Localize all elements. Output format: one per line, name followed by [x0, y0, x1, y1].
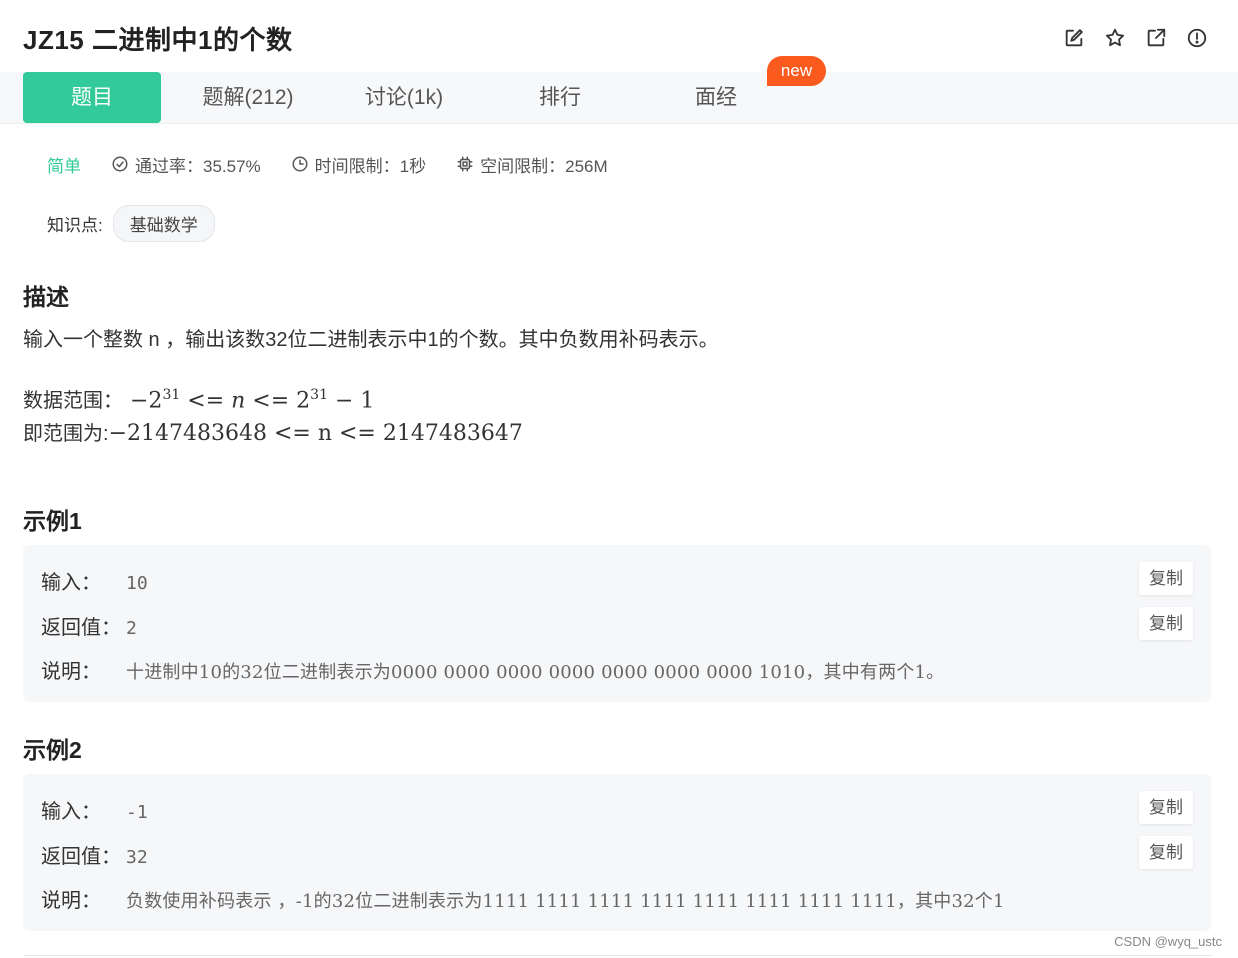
divider: [23, 955, 1211, 956]
problem-meta: 简单 通过率：35.57% 时间限制：1秒 空间限制：256M: [47, 152, 638, 176]
note-value: 十进制中10的32位二进制表示为0000 0000 0000 0000 0000…: [126, 662, 945, 683]
time-limit-text: 时间限制：1秒: [314, 156, 427, 176]
example-2-box: 输入： -1 复制 返回值： 32 复制 说明： 负数使用补码表示 ，-1的32…: [23, 774, 1211, 931]
clock-icon: [292, 156, 308, 172]
example-2-note-row: 说明： 负数使用补码表示 ，-1的32位二进制表示为1111 1111 1111…: [41, 884, 1005, 913]
header-actions: [1062, 26, 1208, 49]
tab-ranking[interactable]: 排行: [490, 72, 630, 123]
input-label: 输入：: [41, 572, 101, 594]
note-label: 说明：: [41, 890, 101, 912]
input-label: 输入：: [41, 801, 101, 823]
tab-problem[interactable]: 题目: [23, 72, 161, 123]
tab-bar: 题目 题解(212) 讨论(1k) 排行 面经: [0, 72, 1238, 124]
knowledge-points: 知识点: 基础数学: [47, 205, 215, 242]
pass-rate: 通过率：35.57%: [111, 152, 261, 177]
input-value: -1: [126, 802, 148, 823]
return-label: 返回值：: [41, 846, 121, 868]
copy-input-button[interactable]: 复制: [1139, 791, 1193, 824]
knowledge-tag[interactable]: 基础数学: [112, 205, 215, 242]
copy-input-button[interactable]: 复制: [1139, 562, 1193, 595]
chip-icon: [457, 156, 473, 172]
note-label: 说明：: [41, 661, 101, 683]
range-formula-1: −231 <= n <= 231 − 1: [123, 386, 375, 413]
range-formula-2: −2147483648 <= n <= 2147483647: [108, 421, 523, 446]
example-2-heading: 示例2: [23, 737, 82, 763]
return-label: 返回值：: [41, 617, 121, 639]
pass-rate-text: 通过率：35.57%: [135, 156, 261, 176]
tab-solutions[interactable]: 题解(212): [178, 72, 318, 123]
edit-icon[interactable]: [1062, 26, 1085, 49]
range-label-1: 数据范围：: [23, 390, 123, 412]
info-icon[interactable]: [1185, 26, 1208, 49]
description-heading: 描述: [23, 284, 69, 310]
time-limit: 时间限制：1秒: [291, 152, 426, 177]
watermark: CSDN @wyq_ustc: [1114, 934, 1222, 949]
space-limit: 空间限制：256M: [456, 152, 608, 177]
example-2-return-row: 返回值： 32: [41, 840, 148, 869]
star-icon[interactable]: [1103, 26, 1126, 49]
example-1-heading: 示例1: [23, 508, 82, 534]
check-circle-icon: [112, 156, 128, 172]
range-label-2: 即范围为:: [23, 423, 109, 445]
space-limit-text: 空间限制：256M: [480, 156, 608, 176]
input-value: 10: [126, 573, 148, 594]
page-header: JZ15 二进制中1的个数: [0, 0, 1238, 72]
tab-discussion[interactable]: 讨论(1k): [334, 72, 474, 123]
return-value: 32: [126, 847, 148, 868]
page-title: JZ15 二进制中1的个数: [23, 25, 293, 55]
example-1-box: 输入： 10 复制 返回值： 2 复制 说明： 十进制中10的32位二进制表示为…: [23, 545, 1211, 702]
copy-return-button[interactable]: 复制: [1139, 836, 1193, 869]
note-value: 负数使用补码表示 ，-1的32位二进制表示为1111 1111 1111 111…: [126, 891, 1005, 912]
share-icon[interactable]: [1144, 26, 1167, 49]
knowledge-label: 知识点:: [47, 216, 103, 235]
copy-return-button[interactable]: 复制: [1139, 607, 1193, 640]
range-line-1: 数据范围： −231 <= n <= 231 − 1: [23, 384, 374, 413]
example-1-note-row: 说明： 十进制中10的32位二进制表示为0000 0000 0000 0000 …: [41, 655, 944, 684]
example-1-input-row: 输入： 10: [41, 566, 148, 595]
range-line-2: 即范围为: −2147483648 <= n <= 2147483647: [23, 417, 523, 446]
difficulty-label: 简单: [47, 156, 81, 176]
new-badge: new: [767, 56, 826, 86]
example-1-return-row: 返回值： 2: [41, 611, 137, 640]
example-2-input-row: 输入： -1: [41, 795, 148, 824]
description-text: 输入一个整数 n ，输出该数32位二进制表示中1的个数。其中负数用补码表示。: [23, 329, 719, 351]
return-value: 2: [126, 618, 137, 639]
tab-interview[interactable]: 面经: [646, 72, 786, 123]
